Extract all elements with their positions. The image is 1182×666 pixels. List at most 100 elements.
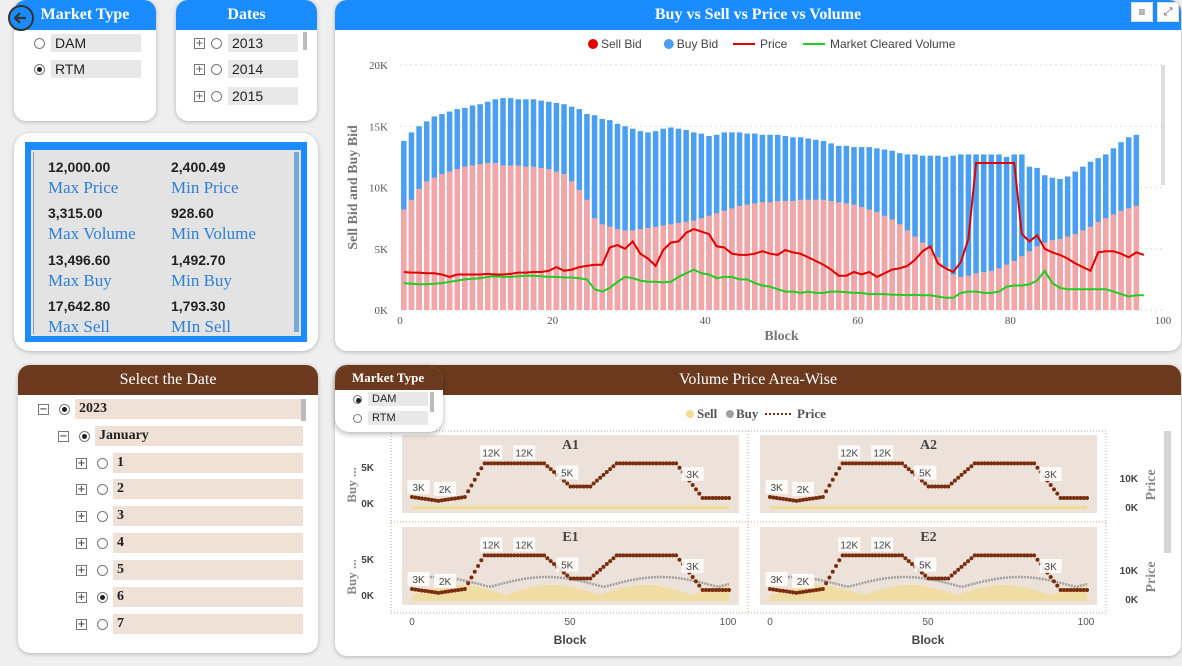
- sell-bid-bar[interactable]: [446, 171, 453, 310]
- price-point[interactable]: [479, 466, 484, 471]
- price-point[interactable]: [830, 569, 835, 574]
- sell-bid-bar[interactable]: [523, 166, 529, 310]
- sell-bid-bar[interactable]: [668, 224, 674, 310]
- price-point[interactable]: [837, 466, 842, 471]
- price-point[interactable]: [693, 579, 698, 584]
- sell-bid-bar[interactable]: [462, 166, 468, 310]
- price-point[interactable]: [601, 564, 606, 569]
- price-point[interactable]: [462, 495, 467, 499]
- price-point[interactable]: [690, 575, 695, 579]
- price-point[interactable]: [1055, 583, 1060, 588]
- radio-button[interactable]: [97, 564, 108, 576]
- price-point[interactable]: [959, 472, 964, 477]
- price-point[interactable]: [909, 562, 914, 567]
- tree-day[interactable]: + 6: [76, 587, 303, 607]
- radio-button[interactable]: [211, 90, 222, 102]
- tree-day[interactable]: + 4: [76, 533, 303, 553]
- sell-bid-bar[interactable]: [759, 202, 766, 310]
- tree-day[interactable]: + 7: [76, 614, 303, 634]
- price-point[interactable]: [820, 495, 825, 499]
- price-point[interactable]: [824, 489, 829, 494]
- sell-bid-bar[interactable]: [614, 229, 621, 310]
- popup-option-dam[interactable]: DAM: [353, 392, 428, 406]
- price-point[interactable]: [548, 467, 553, 472]
- sell-bid-bar[interactable]: [927, 248, 934, 310]
- price-point[interactable]: [591, 481, 596, 486]
- price-point[interactable]: [601, 472, 606, 477]
- popup-option-rtm[interactable]: RTM: [353, 411, 428, 425]
- price-point[interactable]: [900, 461, 905, 466]
- sell-bid-bar[interactable]: [843, 203, 850, 310]
- sell-bid-bar[interactable]: [729, 208, 735, 310]
- radio-button[interactable]: [353, 394, 362, 404]
- chart-scrollbar[interactable]: [1164, 431, 1171, 553]
- price-point[interactable]: [824, 581, 829, 586]
- market-type-option-rtm[interactable]: RTM: [34, 60, 141, 78]
- sell-bid-bar[interactable]: [576, 189, 583, 310]
- price-point[interactable]: [949, 481, 954, 486]
- filter-icon[interactable]: ≡: [1131, 2, 1153, 22]
- sell-bid-bar[interactable]: [782, 200, 789, 310]
- price-point[interactable]: [674, 553, 679, 558]
- sell-bid-bar[interactable]: [706, 215, 712, 310]
- sell-bid-bar[interactable]: [546, 169, 552, 310]
- price-point[interactable]: [697, 491, 702, 496]
- sell-bid-bar[interactable]: [660, 225, 666, 310]
- sell-bid-bar[interactable]: [767, 202, 773, 310]
- price-point[interactable]: [548, 559, 553, 564]
- sell-bid-bar[interactable]: [858, 207, 865, 310]
- expand-icon[interactable]: +: [194, 37, 205, 49]
- price-point[interactable]: [608, 559, 613, 564]
- expand-icon[interactable]: +: [76, 618, 87, 630]
- sell-bid-bar[interactable]: [950, 274, 956, 310]
- price-point[interactable]: [462, 587, 467, 591]
- dates-option[interactable]: + 2015: [194, 87, 298, 105]
- price-point[interactable]: [969, 556, 974, 561]
- expand-icon[interactable]: +: [194, 63, 205, 75]
- price-point[interactable]: [1048, 575, 1053, 579]
- price-point[interactable]: [727, 587, 731, 592]
- focus-mode-icon[interactable]: ⤢: [1157, 2, 1179, 22]
- sell-bid-bar[interactable]: [1080, 230, 1086, 310]
- price-point[interactable]: [900, 553, 905, 558]
- sell-bid-bar[interactable]: [752, 203, 758, 310]
- sell-area[interactable]: [770, 506, 1087, 509]
- price-point[interactable]: [923, 573, 928, 578]
- radio-button[interactable]: [211, 37, 222, 49]
- expand-icon[interactable]: +: [194, 90, 205, 102]
- sell-bid-bar[interactable]: [805, 199, 811, 310]
- expand-icon[interactable]: +: [76, 537, 87, 549]
- expand-icon[interactable]: +: [76, 457, 87, 469]
- sell-bid-bar[interactable]: [980, 272, 987, 310]
- sell-bid-bar[interactable]: [988, 270, 995, 310]
- price-point[interactable]: [591, 573, 596, 578]
- price-point[interactable]: [476, 471, 481, 476]
- sell-bid-bar[interactable]: [500, 165, 506, 310]
- price-point[interactable]: [469, 483, 474, 488]
- radio-button[interactable]: [97, 537, 108, 549]
- chart-scrollbar[interactable]: [1161, 65, 1165, 185]
- sell-bid-bar[interactable]: [507, 165, 514, 310]
- price-point[interactable]: [962, 470, 967, 475]
- expand-icon[interactable]: +: [76, 483, 87, 495]
- price-point[interactable]: [693, 487, 698, 492]
- price-point[interactable]: [551, 562, 556, 567]
- price-point[interactable]: [565, 573, 570, 578]
- sell-bid-bar[interactable]: [835, 202, 842, 310]
- price-point[interactable]: [469, 575, 474, 580]
- price-point[interactable]: [598, 567, 603, 572]
- sell-bid-bar[interactable]: [1057, 238, 1063, 310]
- price-point[interactable]: [1032, 461, 1037, 466]
- sell-bid-bar[interactable]: [912, 236, 918, 311]
- sell-bid-bar[interactable]: [828, 200, 834, 310]
- radio-button[interactable]: [353, 413, 362, 423]
- sell-bid-bar[interactable]: [996, 268, 1002, 310]
- price-point[interactable]: [674, 461, 679, 466]
- price-point[interactable]: [466, 581, 471, 586]
- price-point[interactable]: [476, 563, 481, 568]
- radio-button[interactable]: [97, 618, 108, 630]
- price-point[interactable]: [1055, 491, 1060, 496]
- sell-bid-bar[interactable]: [454, 169, 460, 310]
- price-point[interactable]: [952, 570, 957, 575]
- sell-bid-bar[interactable]: [538, 167, 544, 310]
